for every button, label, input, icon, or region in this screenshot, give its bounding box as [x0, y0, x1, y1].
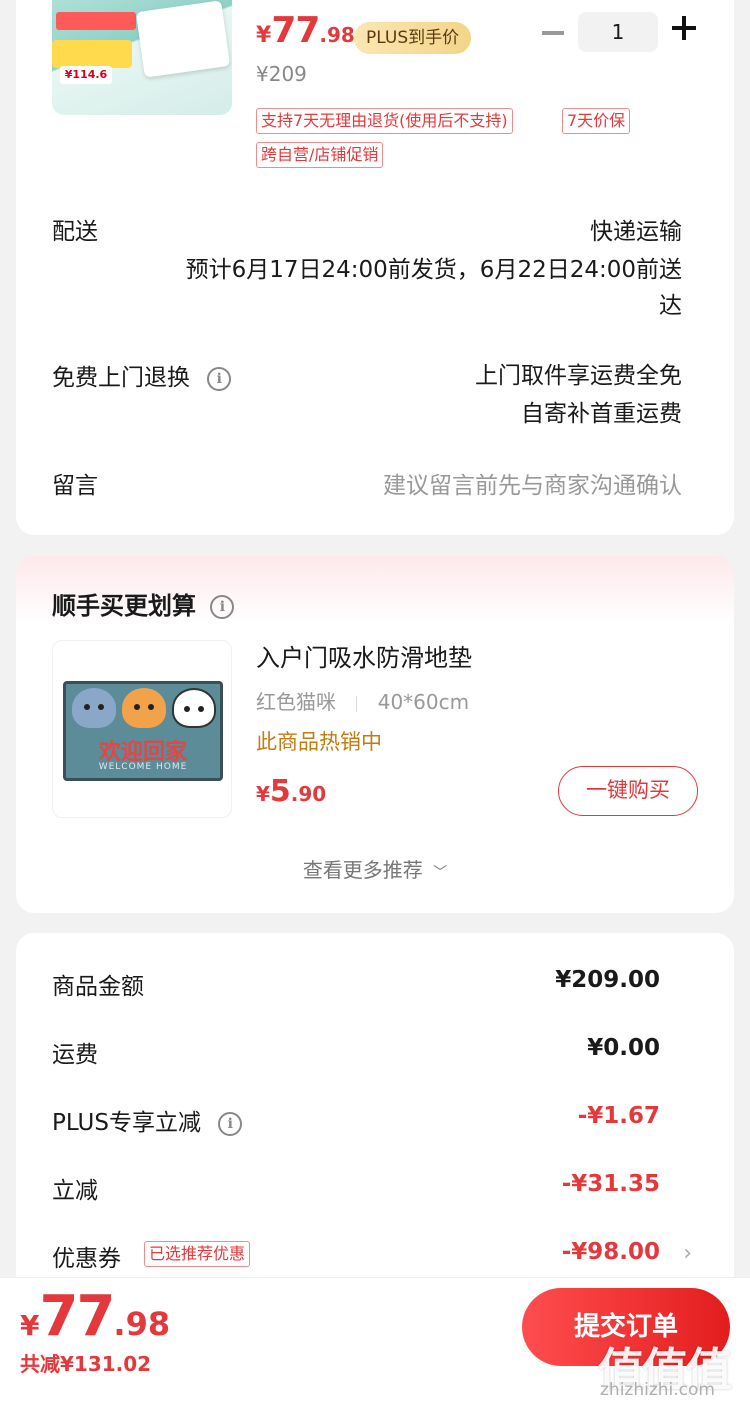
upsell-title-row: 顺手买更划算 i	[52, 586, 235, 621]
summary-value-plus: -¥1.67	[577, 1103, 660, 1129]
thumb-tag-yellow	[52, 40, 132, 68]
return-pickup-text: 上门取件享运费全免	[475, 363, 682, 389]
summary-plus-row: PLUS专享立减 i	[52, 1103, 243, 1137]
one-click-buy-button[interactable]: 一键购买	[558, 766, 698, 816]
quantity-plus-button[interactable]	[672, 16, 696, 40]
summary-value-coupon[interactable]: -¥98.00	[562, 1239, 660, 1265]
note-input[interactable]: 建议留言前先与商家沟通确认	[383, 466, 682, 500]
coupon-selected-tag: 已选推荐优惠	[144, 1241, 251, 1267]
plus-price-badge: PLUS到手价	[354, 22, 472, 54]
delivery-estimate-cont: 达	[659, 293, 682, 319]
order-product-card: ¥114.6 ¥77.98 PLUS到手价 1 ¥209 支持7天无理由退货(使…	[16, 0, 734, 535]
free-return-label: 免费上门退换	[52, 365, 190, 391]
cat-figure	[172, 688, 216, 728]
thumb-tag	[56, 12, 136, 30]
product-thumbnail[interactable]: ¥114.6	[52, 0, 232, 115]
spec-size: 40*60cm	[377, 690, 470, 714]
summary-value-discount: -¥31.35	[561, 1171, 660, 1197]
currency-symbol: ¥	[256, 23, 272, 48]
summary-value-goods: ¥209.00	[555, 967, 660, 993]
watermark-url: zhizhizhi.com	[600, 1380, 715, 1400]
see-more-row[interactable]: 查看更多推荐 ﹀	[16, 854, 734, 883]
tag-promotion: 跨自营/店铺促销	[256, 142, 384, 168]
tag-return-policy: 支持7天无理由退货(使用后不支持)	[256, 108, 513, 134]
doormat-image: 欢迎回家 WELCOME HOME	[63, 681, 223, 781]
upsell-thumbnail[interactable]: 欢迎回家 WELCOME HOME	[52, 640, 232, 818]
product-price: ¥77.98	[256, 10, 355, 51]
price-decimal: .98	[319, 23, 355, 47]
chevron-down-icon: ﹀	[433, 865, 448, 881]
quantity-minus-button[interactable]	[542, 31, 564, 35]
tissue-pack	[135, 0, 231, 78]
upsell-spec: 红色猫咪 40*60cm	[256, 686, 469, 715]
total-price: ¥77.98	[20, 1284, 170, 1349]
currency-symbol: ¥	[20, 1309, 40, 1342]
info-icon[interactable]: i	[210, 595, 235, 619]
quantity-input[interactable]: 1	[578, 12, 658, 52]
summary-label-plus: PLUS专享立减	[52, 1110, 201, 1136]
checkout-bar: ¥77.98 共减¥131.02 提交订单 值值值 zhizhizhi.com	[0, 1277, 750, 1407]
return-self-ship-text: 自寄补首重运费	[521, 401, 682, 427]
upsell-card: 顺手买更划算 i 欢迎回家 WELCOME HOME 入户门吸水防滑地垫 红色猫…	[16, 556, 734, 913]
original-price: ¥209	[256, 62, 307, 86]
summary-label-shipping: 运费	[52, 1042, 98, 1068]
delivery-label: 配送	[52, 219, 98, 245]
spec-divider	[356, 695, 358, 712]
upsell-price: ¥5.90	[256, 774, 326, 809]
thumb-price-badge: ¥114.6	[60, 66, 112, 84]
price-decimal: .90	[290, 782, 327, 806]
spec-color: 红色猫咪	[256, 690, 336, 714]
price-integer: 77	[271, 10, 320, 51]
summary-label-goods: 商品金额	[52, 974, 144, 1000]
mat-sub-lettering: WELCOME HOME	[98, 762, 188, 772]
total-saved: 共减¥131.02	[20, 1352, 152, 1376]
summary-value-shipping: ¥0.00	[587, 1035, 660, 1061]
currency-symbol: ¥	[256, 782, 270, 806]
tag-price-protect: 7天价保	[562, 108, 631, 134]
see-more-label: 查看更多推荐	[302, 858, 423, 882]
upsell-title: 顺手买更划算	[52, 592, 196, 620]
upsell-item-name[interactable]: 入户门吸水防滑地垫	[256, 638, 472, 673]
free-return-row: 免费上门退换 i	[52, 358, 232, 392]
info-icon[interactable]: i	[207, 366, 232, 391]
price-integer: 5	[269, 774, 291, 809]
delivery-method[interactable]: 快递运输	[590, 212, 682, 246]
info-icon[interactable]: i	[218, 1111, 243, 1136]
note-label: 留言	[52, 473, 98, 499]
summary-label-coupon[interactable]: 优惠券	[52, 1239, 121, 1273]
cat-figure	[122, 688, 166, 728]
chevron-right-icon[interactable]: ›	[683, 1241, 692, 1266]
summary-label-discount: 立减	[52, 1178, 98, 1204]
hot-selling-text: 此商品热销中	[256, 730, 382, 754]
price-integer: 77	[39, 1284, 115, 1349]
price-decimal: .98	[113, 1305, 171, 1343]
cat-figure	[72, 688, 116, 728]
delivery-estimate: 预计6月17日24:00前发货，6月22日24:00前送	[185, 257, 682, 283]
